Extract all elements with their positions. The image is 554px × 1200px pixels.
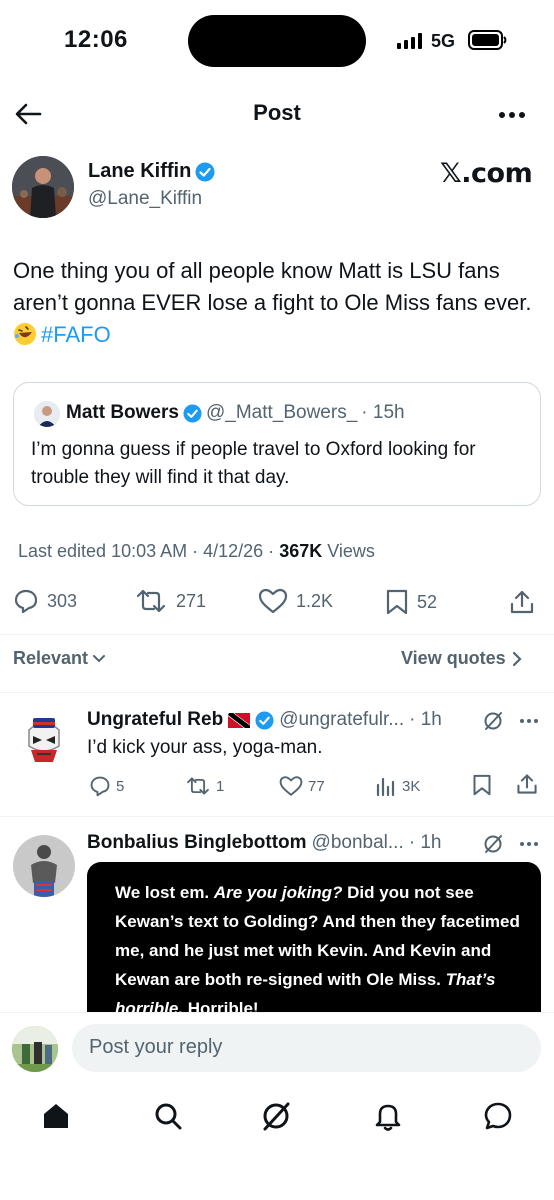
reply-reply-button[interactable]: 5 xyxy=(89,775,124,797)
author-name[interactable]: Lane Kiffin xyxy=(88,160,215,183)
edited-timestamp[interactable]: Last edited 10:03 AM · 4/12/26 · xyxy=(18,541,274,561)
views-count: 367K xyxy=(279,541,323,561)
network-type: 5G xyxy=(431,31,456,51)
author-name-label: Lane Kiffin xyxy=(88,160,192,182)
signal-icon xyxy=(397,33,423,49)
reply-text: I’d kick your ass, yoga-man. xyxy=(87,737,323,758)
bookmark-button[interactable]: 52 xyxy=(385,588,437,616)
reply-author-name[interactable]: Bonbalius Binglebottom xyxy=(87,832,307,854)
bookmark-count: 52 xyxy=(417,591,438,612)
quote-header: Matt Bowers @_Matt_Bowers_ · 15h xyxy=(66,402,405,424)
reply-more-icon[interactable] xyxy=(519,841,539,847)
reply-image-text-screenshot[interactable]: We lost em. Are you joking? Did you not … xyxy=(87,862,541,1032)
reply-reply-count: 5 xyxy=(116,777,125,795)
verified-badge-icon xyxy=(195,162,215,182)
reply-header: Bonbalius Binglebottom @bonbal... · 1h xyxy=(87,832,441,854)
heart-icon xyxy=(279,775,303,797)
view-quotes-label: View quotes xyxy=(401,648,506,668)
search-icon[interactable] xyxy=(152,1100,184,1132)
chevron-right-icon xyxy=(512,651,522,667)
reply-count: 303 xyxy=(47,590,78,611)
share-button[interactable] xyxy=(508,588,536,616)
reply-icon xyxy=(89,775,111,797)
reply-icon xyxy=(13,588,39,614)
quote-author-handle: @_Matt_Bowers_ xyxy=(205,402,358,423)
reply-author-avatar[interactable] xyxy=(13,712,75,774)
hashtag-link[interactable]: #FAFO xyxy=(41,322,111,347)
divider xyxy=(0,692,554,693)
tweet-body: One thing you of all people know Matt is… xyxy=(13,258,532,315)
views-label: Views xyxy=(327,541,375,561)
image-text-2: Are you joking? xyxy=(213,883,343,902)
dynamic-island xyxy=(188,15,366,67)
author-handle[interactable]: @Lane_Kiffin xyxy=(88,188,202,210)
chevron-down-icon xyxy=(92,654,106,664)
trinidad-flag-icon xyxy=(228,712,251,728)
reply-repost-count: 1 xyxy=(216,777,225,795)
repost-icon xyxy=(134,588,168,614)
verified-badge-icon xyxy=(255,710,274,730)
grok-icon[interactable] xyxy=(483,834,503,854)
more-options-icon[interactable] xyxy=(498,111,526,119)
reply-views-button[interactable]: 3K xyxy=(375,775,420,797)
page-title: Post xyxy=(253,100,301,125)
quote-author-avatar xyxy=(34,401,60,427)
share-icon xyxy=(508,588,536,616)
reply-views-count: 3K xyxy=(402,777,421,795)
reply-repost-button[interactable]: 1 xyxy=(185,775,224,797)
reply-input[interactable]: Post your reply xyxy=(72,1024,541,1072)
reply-header: Ungrateful Reb @ungratefulr... · 1h xyxy=(87,709,442,731)
divider xyxy=(0,634,554,635)
reply-like-button[interactable]: 77 xyxy=(279,775,325,797)
quote-author-name: Matt Bowers xyxy=(66,402,179,423)
repost-count: 271 xyxy=(176,590,207,611)
reply-button[interactable]: 303 xyxy=(13,588,77,614)
divider xyxy=(0,816,554,817)
reply-share-icon[interactable] xyxy=(515,772,539,796)
home-icon[interactable] xyxy=(40,1100,72,1132)
my-avatar xyxy=(12,1026,58,1072)
notifications-bell-icon[interactable] xyxy=(372,1100,404,1132)
heart-icon xyxy=(258,588,288,614)
grok-icon[interactable] xyxy=(483,711,503,731)
reply-like-count: 77 xyxy=(308,777,325,795)
tweet-text: One thing you of all people know Matt is… xyxy=(13,255,538,351)
status-time: 12:06 xyxy=(64,26,128,53)
author-avatar[interactable] xyxy=(12,156,74,218)
post-meta: Last edited 10:03 AM · 4/12/26 · 367K Vi… xyxy=(18,541,375,562)
quote-text: I’m gonna guess if people travel to Oxfo… xyxy=(31,439,476,488)
image-text-1: We lost em. xyxy=(115,883,210,902)
repost-button[interactable]: 271 xyxy=(134,588,206,614)
repost-icon xyxy=(185,775,211,797)
battery-icon xyxy=(468,30,508,50)
bookmark-icon xyxy=(385,588,409,616)
like-button[interactable]: 1.2K xyxy=(258,588,333,614)
grok-tab-icon[interactable] xyxy=(260,1100,292,1132)
sort-relevant-dropdown[interactable]: Relevant xyxy=(13,648,106,669)
view-quotes-link[interactable]: View quotes xyxy=(401,648,522,669)
messages-icon[interactable] xyxy=(482,1100,514,1132)
verified-badge-icon xyxy=(183,403,202,423)
rofl-emoji-icon xyxy=(13,322,37,346)
like-count: 1.2K xyxy=(296,590,334,611)
quote-time: · 15h xyxy=(361,402,405,423)
reply-time: · 1h xyxy=(409,709,442,730)
xcom-watermark: 𝕏.com xyxy=(440,158,533,189)
views-chart-icon xyxy=(375,775,397,797)
reply-author-handle[interactable]: @ungratefulr... xyxy=(279,709,404,731)
reply-author-avatar[interactable] xyxy=(13,835,75,897)
reply-more-icon[interactable] xyxy=(519,718,539,724)
reply-author-name[interactable]: Ungrateful Reb xyxy=(87,709,223,731)
sort-label: Relevant xyxy=(13,648,89,668)
reply-time: · 1h xyxy=(408,832,442,853)
reply-author-handle[interactable]: @bonbal... xyxy=(312,832,404,854)
reply-bookmark-icon[interactable] xyxy=(472,773,492,797)
